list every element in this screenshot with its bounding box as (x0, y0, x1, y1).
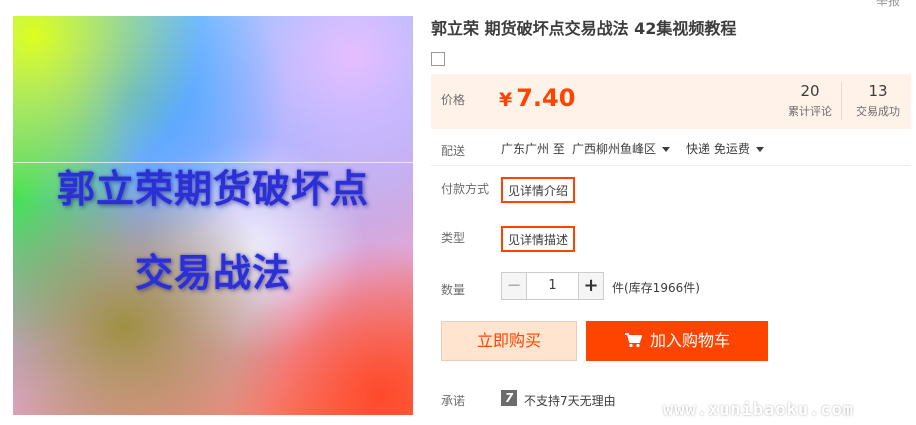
quantity-label: 数量 (441, 283, 466, 297)
add-to-cart-button[interactable]: 加入购物车 (586, 321, 768, 361)
stock-text: 件(库存1966件) (612, 281, 700, 295)
report-link[interactable]: 举报 (876, 0, 900, 9)
divider (431, 165, 911, 166)
price-value: ¥7.40 (499, 84, 575, 112)
chevron-down-icon (662, 147, 671, 152)
reviews-count: 20 (800, 82, 820, 100)
buy-now-button[interactable]: 立即购买 (441, 321, 577, 361)
reviews-label: 累计评论 (788, 105, 832, 118)
reviews-stat[interactable]: 20 累计评论 (780, 82, 840, 119)
price-panel: 价格 ¥7.40 20 累计评论 13 交易成功 (431, 74, 911, 129)
shipping-label: 配送 (441, 144, 466, 158)
payment-option[interactable]: 见详情介绍 (501, 177, 576, 203)
shipping-method-select[interactable]: 快递 免运费 (686, 140, 764, 157)
chevron-down-icon (755, 147, 764, 152)
shipping-destination-select[interactable]: 广西柳州鱼峰区 (572, 140, 671, 157)
currency-symbol: ¥ (499, 89, 513, 111)
type-option[interactable]: 见详情描述 (501, 226, 576, 252)
product-title: 郭立荣 期货破坏点交易战法 42集视频教程 (431, 19, 737, 38)
image-caption-line1: 郭立荣期货破坏点 (56, 167, 369, 211)
payment-label: 付款方式 (441, 182, 490, 196)
promise-text: 不支持7天无理由 (524, 394, 616, 408)
price-amount: 7.40 (516, 84, 576, 112)
promise-label: 承诺 (441, 394, 466, 408)
quantity-input[interactable]: 1 (526, 272, 579, 300)
stat-divider (841, 82, 842, 120)
select-checkbox[interactable] (431, 52, 445, 66)
add-to-cart-label: 加入购物车 (649, 331, 730, 350)
deals-stat: 13 交易成功 (847, 82, 909, 119)
watermark-text: www.xunibaoku.com (663, 400, 854, 420)
increase-quantity-button[interactable]: + (578, 272, 604, 300)
type-label: 类型 (441, 231, 466, 245)
image-caption-line2: 交易战法 (134, 251, 291, 295)
shipping-method: 快递 免运费 (686, 142, 750, 156)
price-label: 价格 (441, 93, 466, 107)
cart-icon (624, 333, 642, 348)
deals-count: 13 (868, 82, 888, 100)
product-image[interactable]: 郭立荣期货破坏点 交易战法 (13, 16, 413, 415)
no-return-icon: 7 (501, 390, 517, 406)
decrease-quantity-button[interactable]: − (501, 272, 527, 300)
shipping-from: 广东广州 至 (501, 142, 565, 156)
shipping-destination: 广西柳州鱼峰区 (572, 142, 657, 156)
deals-label: 交易成功 (856, 105, 900, 118)
